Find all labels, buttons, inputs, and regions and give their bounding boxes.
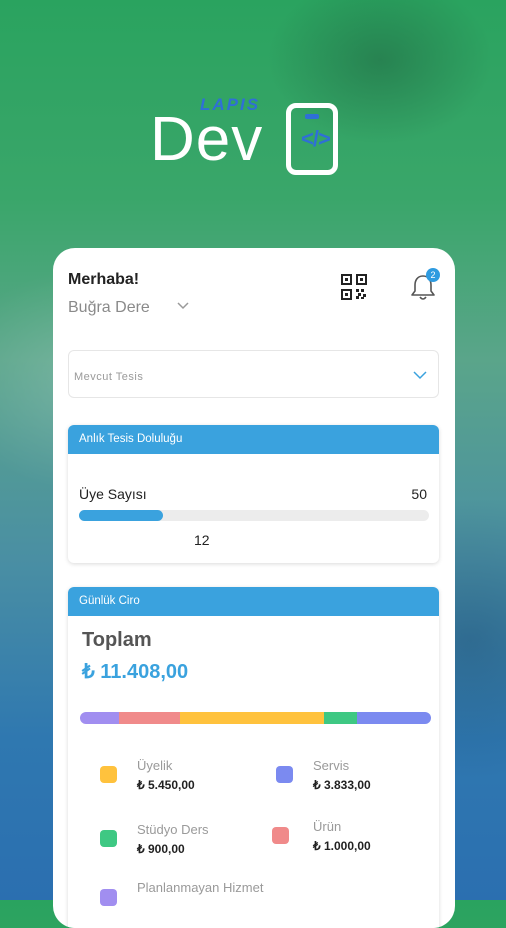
revenue-bar-segment <box>323 712 358 724</box>
revenue-total-value: ₺ 11.408,00 <box>82 661 189 683</box>
member-current: 12 <box>194 532 210 548</box>
app-logo: LAPIS Dev </> <box>150 95 360 187</box>
member-count-label: Üye Sayısı <box>79 486 147 502</box>
facility-select[interactable]: Mevcut Tesis <box>68 350 439 398</box>
phone-icon: </> <box>286 103 338 175</box>
legend-name: Servis <box>313 758 350 773</box>
facility-select-placeholder: Mevcut Tesis <box>74 371 144 383</box>
legend-value: ₺ 900,00 <box>137 842 185 856</box>
greeting: Merhaba! <box>68 271 140 288</box>
legend-value: ₺ 5.450,00 <box>137 778 195 792</box>
legend-swatch <box>100 766 117 783</box>
revenue-panel: Günlük Ciro Toplam ₺ 11.408,00 Üyelik ₺ … <box>68 587 439 928</box>
code-icon: </> <box>301 126 331 151</box>
revenue-bar-segment <box>180 712 324 724</box>
legend-name: Ürün <box>313 819 342 834</box>
legend-name: Üyelik <box>137 758 173 773</box>
revenue-bar-segment <box>357 712 431 724</box>
member-capacity: 50 <box>411 486 427 502</box>
legend-name: Planlanmayan Hizmet <box>137 880 264 895</box>
user-name[interactable]: Buğra Dere <box>68 299 150 317</box>
legend-swatch <box>272 827 289 844</box>
logo-brand-big: Dev <box>150 105 264 174</box>
legend-value: ₺ 1.000,00 <box>313 839 371 853</box>
legend-swatch <box>100 889 117 906</box>
revenue-bar-segment <box>118 712 181 724</box>
revenue-title: Günlük Ciro <box>68 587 439 616</box>
legend-swatch <box>100 830 117 847</box>
phone-notch <box>305 114 319 119</box>
dashboard-card: Merhaba! Buğra Dere 2 Mevcut Tesis Anlık… <box>53 248 455 928</box>
occupancy-title: Anlık Tesis Doluluğu <box>68 425 439 454</box>
occupancy-panel: Anlık Tesis Doluluğu Üye Sayısı 50 12 <box>68 425 439 563</box>
occupancy-progress-fill <box>79 510 163 521</box>
revenue-total-label: Toplam <box>82 629 152 651</box>
chevron-down-icon[interactable] <box>176 298 190 312</box>
legend-value: ₺ 3.833,00 <box>313 778 371 792</box>
legend-swatch <box>276 766 293 783</box>
legend-name: Stüdyo Ders <box>137 822 209 837</box>
occupancy-progress-track <box>79 510 429 521</box>
notification-badge: 2 <box>426 268 440 282</box>
qr-code-icon[interactable] <box>341 274 367 300</box>
chevron-down-icon <box>413 371 427 380</box>
revenue-bar-segment <box>80 712 119 724</box>
revenue-stacked-bar <box>80 712 431 724</box>
